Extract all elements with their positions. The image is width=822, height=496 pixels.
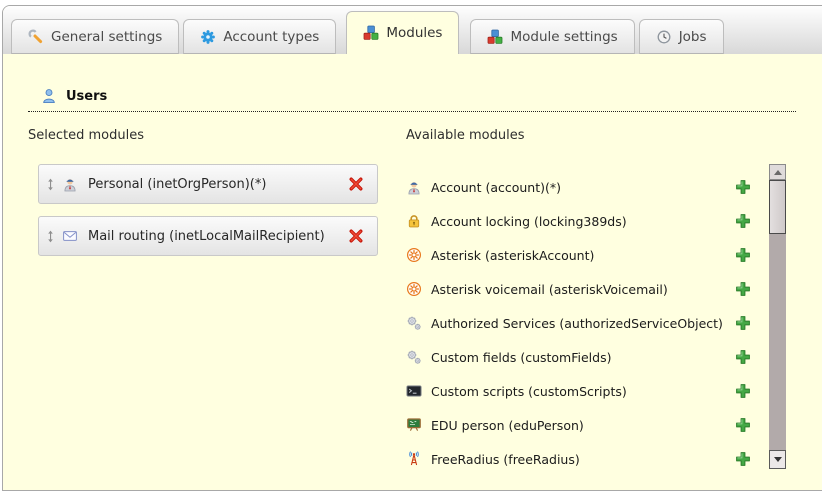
add-module-button[interactable] [735, 247, 751, 263]
tab-label: Modules [386, 25, 442, 41]
add-module-button[interactable] [735, 281, 751, 297]
available-module-row: Account (account)(*) [406, 170, 751, 204]
lock-icon [406, 213, 422, 229]
add-plus-icon [735, 451, 751, 467]
add-module-button[interactable] [735, 179, 751, 195]
available-module-row: Asterisk (asteriskAccount) [406, 238, 751, 272]
drag-handle-icon[interactable] [45, 177, 56, 192]
available-module-row: FreeRadius (freeRadius) [406, 442, 751, 476]
add-plus-icon [735, 281, 751, 297]
scrollbar-down-button[interactable] [769, 450, 786, 469]
gears-icon [406, 349, 422, 365]
available-module-row: Custom fields (customFields) [406, 340, 751, 374]
tab-module-settings[interactable]: Module settings [470, 19, 634, 54]
tab-label: Module settings [510, 29, 617, 45]
tab-account-types[interactable]: Account types [183, 19, 336, 54]
triangle-up-icon [774, 170, 782, 175]
settings-window: General settings Account types Modules M… [2, 5, 822, 491]
modules-cubes-icon [363, 25, 379, 41]
scrollbar-track[interactable] [769, 234, 786, 450]
remove-module-button[interactable] [348, 228, 364, 244]
delete-x-icon [348, 176, 364, 192]
available-module-row: Authorized Services (authorizedServiceOb… [406, 306, 751, 340]
add-plus-icon [735, 315, 751, 331]
module-label: Authorized Services (authorizedServiceOb… [431, 316, 723, 331]
modules-columns: Selected modules Personal (inetOrgPerson… [28, 128, 804, 476]
terminal-icon [406, 383, 422, 399]
add-module-button[interactable] [735, 349, 751, 365]
tab-label: Jobs [679, 29, 707, 45]
available-modules-area: Account (account)(*) Account [406, 170, 804, 476]
person-icon [406, 179, 422, 195]
users-section-heading: Users [28, 88, 796, 112]
add-module-button[interactable] [735, 213, 751, 229]
person-icon [62, 176, 78, 192]
selected-modules-header: Selected modules [28, 128, 383, 144]
add-plus-icon [735, 179, 751, 195]
modules-tab-content: Users Selected modules Personal (inetOrg… [3, 54, 822, 490]
module-label: Mail routing (inetLocalMailRecipient) [88, 229, 325, 244]
section-title: Users [66, 89, 107, 104]
tab-modules[interactable]: Modules [346, 11, 459, 54]
gears-icon [406, 315, 422, 331]
drag-handle-icon[interactable] [45, 229, 56, 244]
available-module-row: EDU person (eduPerson) [406, 408, 751, 442]
module-label: Custom scripts (customScripts) [431, 384, 627, 399]
available-module-row: Custom scripts (customScripts) [406, 374, 751, 408]
selected-module-row: Mail routing (inetLocalMailRecipient) [38, 216, 378, 256]
add-plus-icon [735, 383, 751, 399]
selected-modules-list: Personal (inetOrgPerson)(*) [38, 164, 383, 256]
clock-icon [656, 29, 672, 45]
asterisk-icon [406, 281, 422, 297]
available-modules-scrollbar[interactable] [769, 164, 786, 469]
add-module-button[interactable] [735, 451, 751, 467]
chalkboard-icon [406, 417, 422, 433]
remove-module-button[interactable] [348, 176, 364, 192]
module-label: Custom fields (customFields) [431, 350, 611, 365]
add-module-button[interactable] [735, 417, 751, 433]
tab-label: Account types [223, 29, 319, 45]
module-label: Account locking (locking389ds) [431, 214, 627, 229]
module-label: Account (account)(*) [431, 180, 561, 195]
module-label: FreeRadius (freeRadius) [431, 452, 580, 467]
add-module-button[interactable] [735, 383, 751, 399]
selected-module-row: Personal (inetOrgPerson)(*) [38, 164, 378, 204]
module-label: Asterisk (asteriskAccount) [431, 248, 594, 263]
gear-badge-icon [200, 29, 216, 45]
antenna-icon [406, 451, 422, 467]
asterisk-icon [406, 247, 422, 263]
add-plus-icon [735, 213, 751, 229]
tab-general-settings[interactable]: General settings [11, 19, 179, 54]
available-modules-list: Account (account)(*) Account [406, 170, 751, 476]
module-label: Asterisk voicemail (asteriskVoicemail) [431, 282, 668, 297]
modules-cubes-icon [487, 29, 503, 45]
wrench-icon [28, 29, 44, 45]
available-modules-column: Available modules Account (account)(*) [383, 128, 804, 476]
mail-icon [62, 228, 78, 244]
scrollbar-up-button[interactable] [769, 164, 786, 180]
add-module-button[interactable] [735, 315, 751, 331]
available-module-row: Asterisk voicemail (asteriskVoicemail) [406, 272, 751, 306]
add-plus-icon [735, 247, 751, 263]
module-label: EDU person (eduPerson) [431, 418, 584, 433]
available-module-row: Account locking (locking389ds) [406, 204, 751, 238]
users-icon [41, 88, 57, 104]
triangle-down-icon [774, 457, 782, 462]
tab-label: General settings [51, 29, 162, 45]
available-modules-header: Available modules [406, 128, 804, 144]
add-plus-icon [735, 349, 751, 365]
selected-modules-column: Selected modules Personal (inetOrgPerson… [28, 128, 383, 476]
add-plus-icon [735, 417, 751, 433]
scrollbar-thumb[interactable] [769, 180, 786, 234]
tab-bar: General settings Account types Modules M… [3, 6, 822, 54]
delete-x-icon [348, 228, 364, 244]
tab-jobs[interactable]: Jobs [639, 19, 724, 54]
module-label: Personal (inetOrgPerson)(*) [88, 177, 266, 192]
